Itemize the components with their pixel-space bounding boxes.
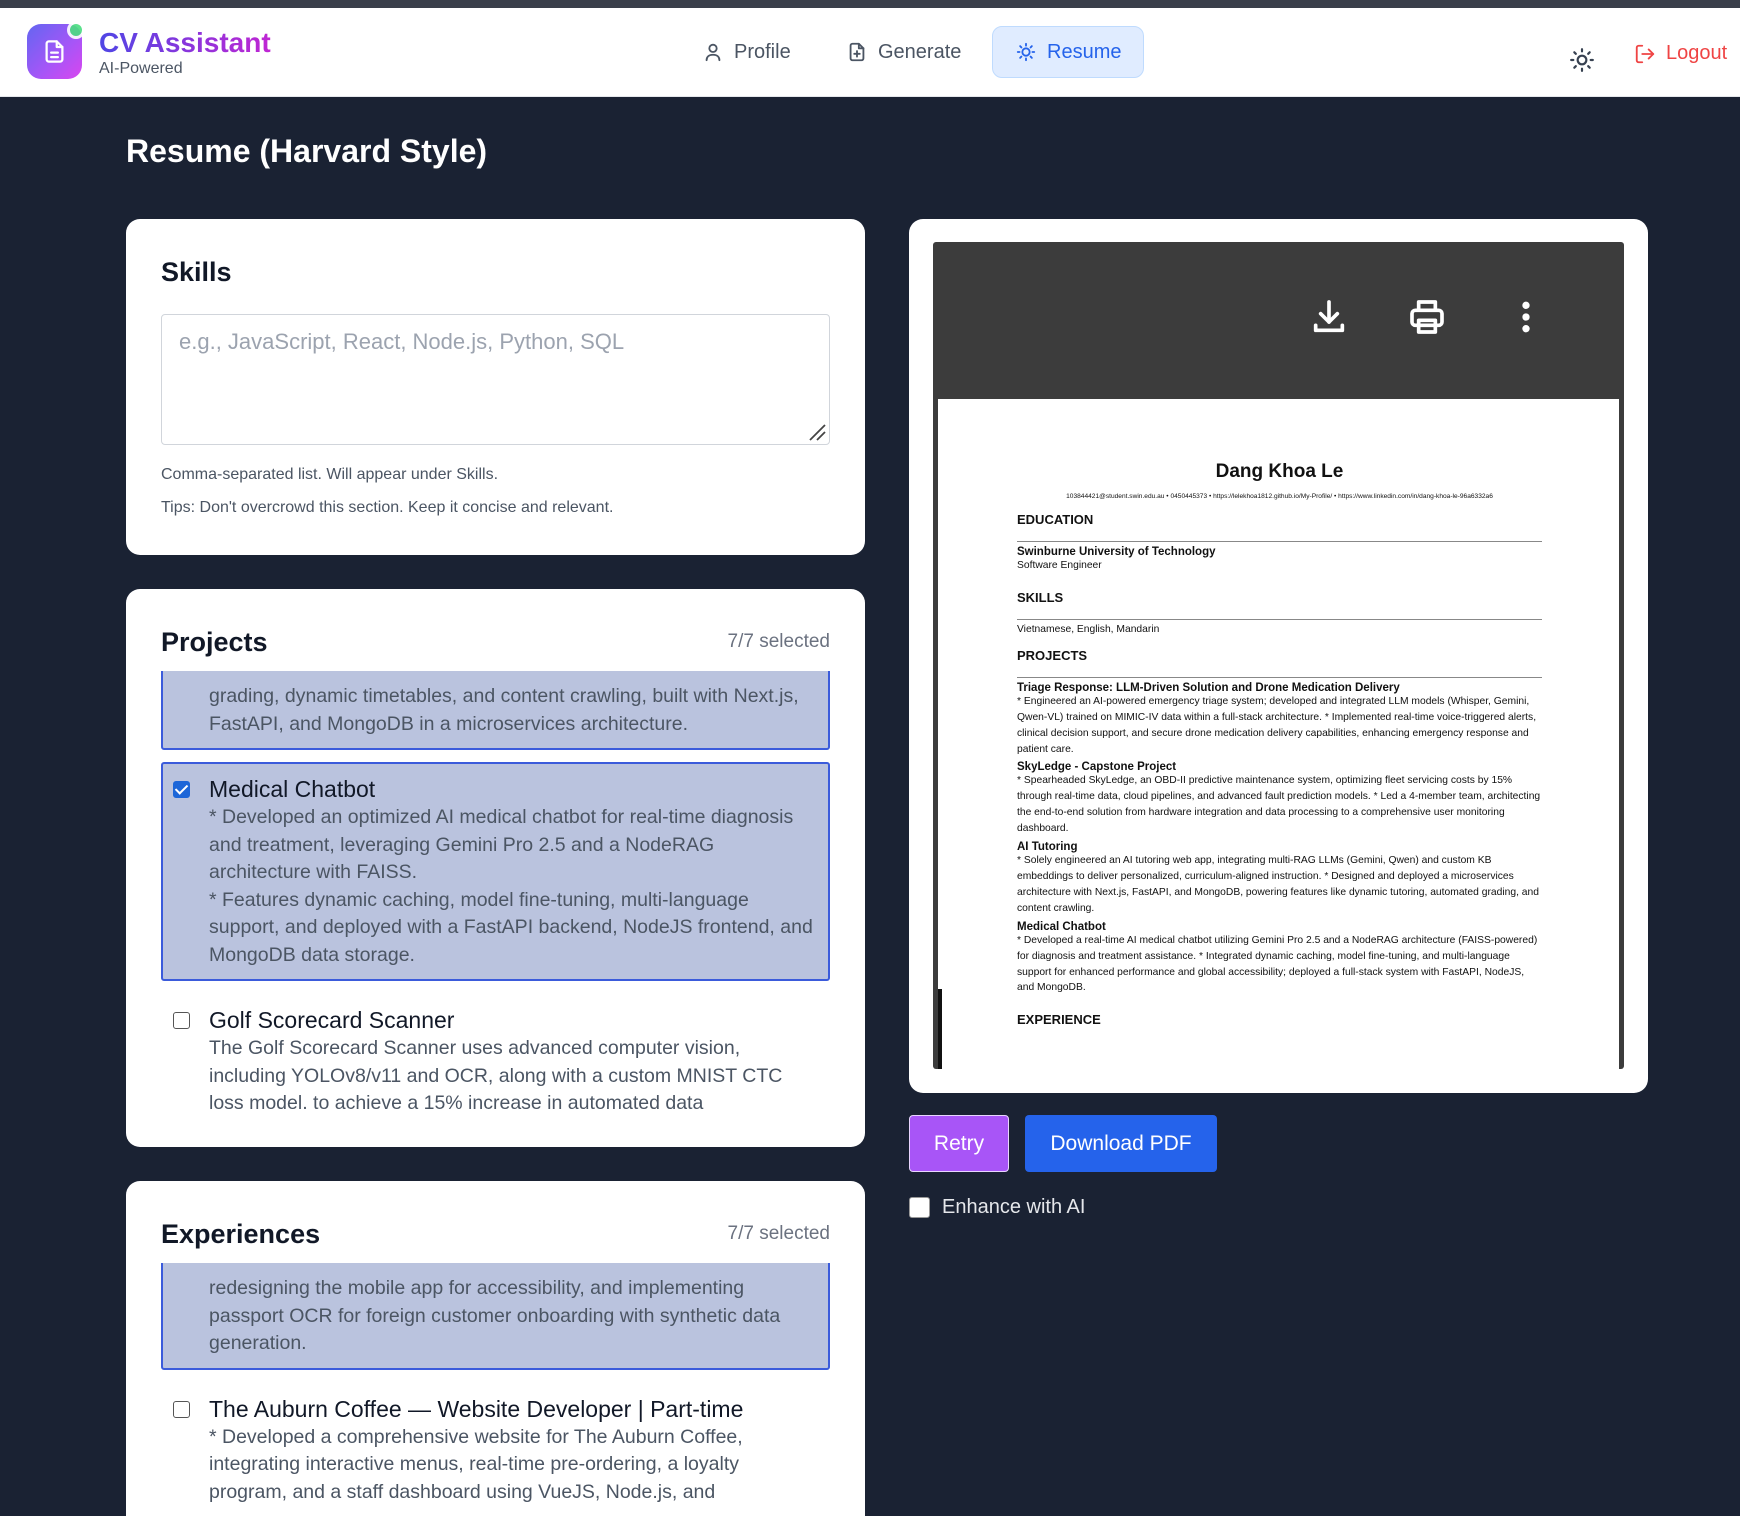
cv-project-text: * Solely engineered an AI tutoring web a…: [1017, 855, 1539, 914]
brand: CV Assistant AI-Powered: [99, 26, 271, 78]
projects-list[interactable]: grading, dynamic timetables, and content…: [161, 671, 830, 1109]
cv-skills-text: Vietnamese, English, Mandarin: [1017, 623, 1160, 635]
skills-card: Skills e.g., JavaScript, React, Node.js,…: [126, 219, 865, 555]
skills-heading: Skills: [161, 257, 232, 287]
projects-selected-count: 7/7 selected: [727, 631, 830, 652]
pdf-viewer[interactable]: Dang Khoa Le 103844421@student.swin.edu.…: [933, 242, 1624, 1069]
cv-experience-heading: EXPERIENCE: [1017, 1012, 1101, 1028]
pdf-page: Dang Khoa Le 103844421@student.swin.edu.…: [938, 399, 1619, 1069]
list-item[interactable]: grading, dynamic timetables, and content…: [161, 671, 830, 750]
cv-project-text: * Engineered an AI-powered emergency tri…: [1017, 695, 1537, 755]
list-item[interactable]: Medical Chatbot * Developed an optimized…: [161, 762, 830, 981]
skills-hint: Comma-separated list. Will appear under …: [161, 466, 499, 483]
page-title: Resume (Harvard Style): [126, 133, 488, 169]
lightbulb-icon: [1016, 42, 1036, 62]
experiences-heading: Experiences: [161, 1219, 321, 1249]
project-description: The Golf Scorecard Scanner uses advanced…: [209, 1037, 783, 1109]
user-icon: [705, 43, 721, 62]
window-top-strip: [0, 0, 1740, 8]
cv-school: Swinburne University of Technology: [1017, 546, 1216, 558]
list-item[interactable]: Golf Scorecard Scanner The Golf Scorecar…: [161, 993, 830, 1109]
status-dot: [67, 21, 85, 39]
nav-profile[interactable]: Profile: [680, 26, 813, 78]
project-title: Golf Scorecard Scanner: [209, 1007, 455, 1033]
nav-profile-label: Profile: [734, 40, 791, 63]
cv-project-title: Medical Chatbot: [1017, 920, 1106, 933]
enhance-checkbox[interactable]: [909, 1197, 930, 1218]
experience-description: redesigning the mobile app for accessibi…: [209, 1277, 781, 1354]
print-icon[interactable]: [1407, 297, 1447, 337]
sun-icon[interactable]: [1569, 47, 1595, 73]
project-checkbox[interactable]: [173, 1012, 190, 1029]
list-item[interactable]: redesigning the mobile app for accessibi…: [161, 1263, 830, 1370]
cv-project-title: Triage Response: LLM-Driven Solution and…: [1017, 681, 1400, 694]
cv-projects-heading: PROJECTS: [1017, 648, 1542, 678]
cv-project-title: AI Tutoring: [1017, 841, 1078, 854]
logout-button[interactable]: Logout: [1634, 42, 1727, 65]
experiences-selected-count: 7/7 selected: [727, 1223, 830, 1244]
resize-handle-icon[interactable]: [808, 423, 826, 441]
cv-skills-heading: SKILLS: [1017, 590, 1542, 620]
skills-input[interactable]: e.g., JavaScript, React, Node.js, Python…: [161, 314, 830, 445]
cv-project-text: * Spearheaded SkyLedge, an OBD-II predic…: [1017, 775, 1541, 835]
page-edge: [938, 989, 942, 1069]
project-checkbox[interactable]: [173, 781, 190, 798]
app-header: CV Assistant AI-Powered Profile Generate…: [0, 8, 1740, 97]
skills-placeholder: e.g., JavaScript, React, Node.js, Python…: [179, 329, 625, 354]
cv-name: Dang Khoa Le: [1215, 461, 1344, 482]
more-vertical-icon[interactable]: [1506, 297, 1546, 337]
cv-education-heading: EDUCATION: [1017, 512, 1542, 542]
list-item[interactable]: The Auburn Coffee — Website Developer | …: [161, 1381, 830, 1516]
cv-document: Dang Khoa Le 103844421@student.swin.edu.…: [1017, 399, 1542, 1041]
logout-label: Logout: [1666, 42, 1728, 64]
retry-button[interactable]: Retry: [909, 1115, 1009, 1172]
experience-description: * Developed a comprehensive website for …: [209, 1425, 743, 1503]
nav-generate[interactable]: Generate: [824, 26, 983, 78]
cv-contact: 103844421@student.swin.edu.au • 04504453…: [1066, 493, 1493, 500]
app-subtitle: AI-Powered: [99, 60, 183, 77]
cv-degree: Software Engineer: [1017, 560, 1102, 571]
projects-card: Projects 7/7 selected grading, dynamic t…: [126, 589, 865, 1147]
project-description: grading, dynamic timetables, and content…: [209, 685, 799, 735]
enhance-with-ai-option[interactable]: Enhance with AI: [909, 1196, 1085, 1219]
nav-resume-label: Resume: [1047, 40, 1122, 63]
cv-project-title: SkyLedge - Capstone Project: [1017, 761, 1177, 774]
download-pdf-button[interactable]: Download PDF: [1025, 1115, 1217, 1172]
project-description: * Developed an optimized AI medical chat…: [209, 806, 813, 966]
app-title: CV Assistant: [99, 27, 271, 58]
skills-tip: Tips: Don't overcrowd this section. Keep…: [161, 499, 614, 516]
cv-project-text: * Developed a real-time AI medical chatb…: [1017, 934, 1538, 994]
logout-icon: [1635, 44, 1655, 63]
pdf-preview-card: Dang Khoa Le 103844421@student.swin.edu.…: [909, 219, 1648, 1093]
download-icon[interactable]: [1309, 297, 1349, 337]
document-icon: [45, 40, 64, 63]
file-plus-icon: [849, 42, 865, 62]
experience-title: The Auburn Coffee — Website Developer | …: [209, 1395, 744, 1422]
enhance-label: Enhance with AI: [942, 1196, 1086, 1218]
experience-checkbox[interactable]: [173, 1400, 190, 1418]
experiences-list[interactable]: redesigning the mobile app for accessibi…: [161, 1263, 830, 1516]
nav-generate-label: Generate: [878, 40, 962, 63]
nav-resume[interactable]: Resume: [992, 26, 1145, 78]
projects-heading: Projects: [161, 627, 268, 657]
project-title: Medical Chatbot: [209, 776, 376, 802]
experiences-card: Experiences 7/7 selected redesigning the…: [126, 1181, 865, 1516]
